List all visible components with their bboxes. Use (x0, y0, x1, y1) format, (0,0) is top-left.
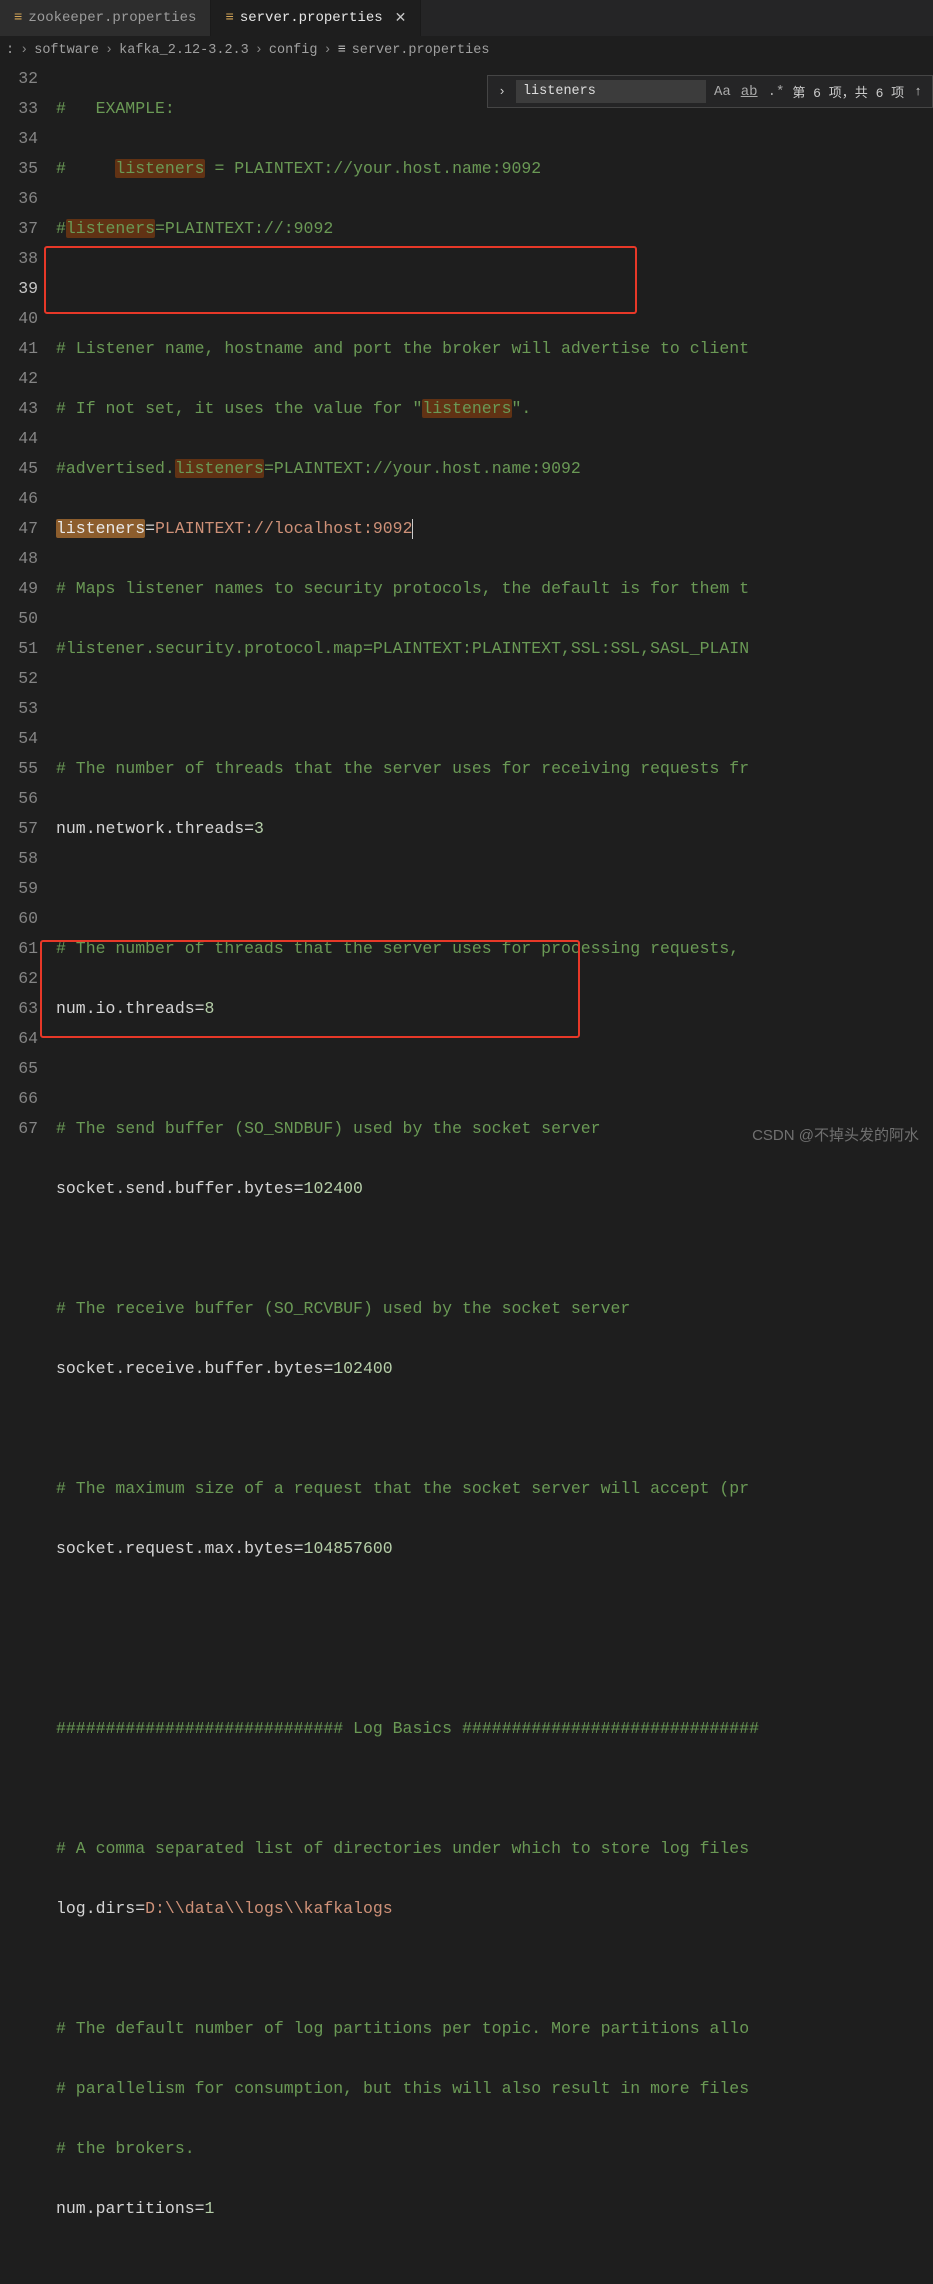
breadcrumb-item[interactable]: kafka_2.12-3.2.3 (119, 43, 249, 58)
breadcrumb-item[interactable]: software (34, 43, 99, 58)
code-content[interactable]: # EXAMPLE: # listeners = PLAINTEXT://you… (56, 64, 933, 2284)
find-result-count: 第 6 项，共 6 项 (792, 82, 904, 101)
watermark: CSDN @不掉头发的阿水 (752, 1124, 919, 1145)
find-input[interactable] (516, 80, 706, 103)
tab-label: zookeeper.properties (28, 10, 196, 26)
text-cursor (412, 519, 413, 539)
breadcrumb[interactable]: : › software › kafka_2.12-3.2.3 › config… (0, 36, 933, 64)
find-widget[interactable]: › Aa ab .* 第 6 项，共 6 项 ↑ (487, 75, 933, 108)
code-editor[interactable]: 3233343536373839404142434445464748495051… (0, 64, 933, 2284)
editor-tabs: ≡ zookeeper.properties ≡ server.properti… (0, 0, 933, 36)
chevron-right-icon: › (323, 43, 331, 58)
breadcrumb-drive: : (6, 43, 14, 58)
file-icon: ≡ (225, 10, 233, 26)
tab-server[interactable]: ≡ server.properties ✕ (211, 0, 421, 36)
line-numbers: 3233343536373839404142434445464748495051… (0, 64, 56, 2284)
chevron-right-icon: › (105, 43, 113, 58)
close-icon[interactable]: ✕ (395, 10, 407, 27)
find-prev-icon[interactable]: ↑ (910, 84, 926, 99)
file-icon: ≡ (338, 43, 346, 58)
file-icon: ≡ (14, 10, 22, 26)
breadcrumb-item[interactable]: ≡ server.properties (338, 43, 490, 58)
tab-zookeeper[interactable]: ≡ zookeeper.properties (0, 0, 211, 36)
chevron-right-icon: › (20, 43, 28, 58)
chevron-right-icon: › (255, 43, 263, 58)
match-case-toggle[interactable]: Aa (712, 84, 733, 100)
breadcrumb-item[interactable]: config (269, 43, 318, 58)
whole-word-toggle[interactable]: ab (739, 84, 760, 100)
find-expand-icon[interactable]: › (494, 84, 510, 99)
tab-label: server.properties (240, 10, 383, 26)
regex-toggle[interactable]: .* (766, 84, 787, 100)
